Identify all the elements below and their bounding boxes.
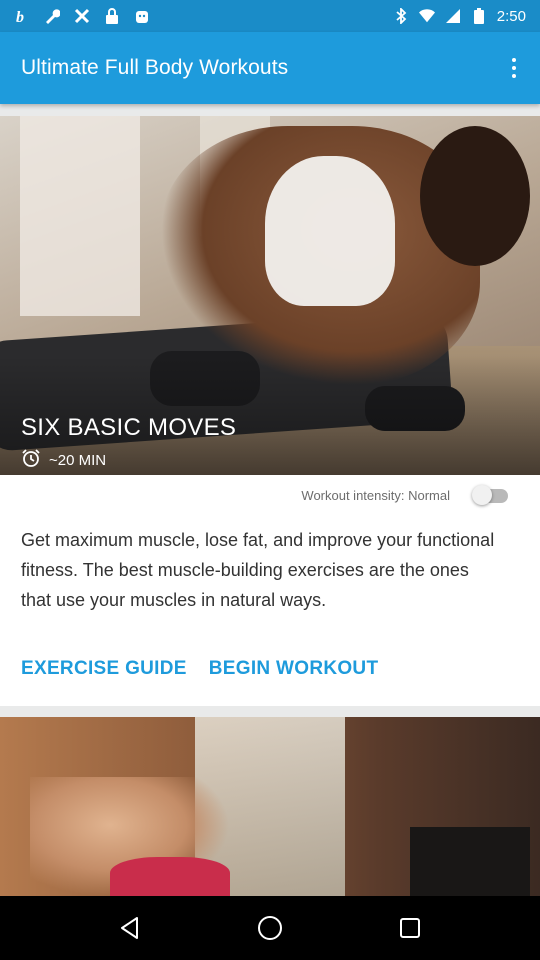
- workout-card: SIX BASIC MOVES ~20 MIN Workout intensit…: [0, 116, 540, 706]
- workout-title: SIX BASIC MOVES: [21, 414, 237, 441]
- workout-description: Get maximum muscle, lose fat, and improv…: [21, 530, 495, 610]
- intensity-toggle[interactable]: [472, 485, 508, 505]
- begin-workout-button[interactable]: BEGIN WORKOUT: [209, 658, 379, 680]
- battery-icon: [471, 8, 487, 24]
- intensity-label: Workout intensity: Normal: [301, 487, 450, 503]
- bluetooth-icon: [393, 8, 409, 24]
- screen: b 2:50 Ultimate Full Body Workouts SIX B…: [0, 0, 540, 960]
- home-icon[interactable]: [250, 908, 290, 948]
- workout-hero-image[interactable]: SIX BASIC MOVES ~20 MIN: [0, 116, 540, 475]
- tools-icon: [74, 8, 90, 24]
- intensity-row: Workout intensity: Normal: [0, 475, 540, 515]
- duration-text: ~20 MIN: [49, 451, 107, 469]
- svg-text:b: b: [16, 9, 24, 24]
- lock-icon: [104, 8, 120, 24]
- workout-duration: ~20 MIN: [21, 448, 106, 472]
- more-vert-icon[interactable]: [502, 54, 526, 82]
- status-bar: b 2:50: [0, 0, 540, 32]
- wifi-icon: [418, 8, 435, 24]
- notification-icons: b: [14, 8, 150, 24]
- recents-icon[interactable]: [390, 908, 430, 948]
- app-title: Ultimate Full Body Workouts: [21, 56, 289, 79]
- card-actions: EXERCISE GUIDE BEGIN WORKOUT: [21, 658, 378, 680]
- workout-card-2[interactable]: [0, 717, 540, 896]
- workout-hero-image-2[interactable]: [0, 717, 540, 896]
- clock-time: 2:50: [496, 7, 526, 25]
- app-bar: Ultimate Full Body Workouts: [0, 32, 540, 104]
- back-icon[interactable]: [110, 908, 150, 948]
- b-app-icon: b: [14, 8, 30, 24]
- exercise-guide-button[interactable]: EXERCISE GUIDE: [21, 658, 187, 680]
- wrench-icon: [44, 8, 60, 24]
- alarm-clock-icon: [21, 448, 41, 472]
- signal-icon: [445, 8, 461, 24]
- android-icon: [134, 8, 150, 24]
- navigation-bar: [0, 896, 540, 960]
- system-status: 2:50: [393, 8, 526, 25]
